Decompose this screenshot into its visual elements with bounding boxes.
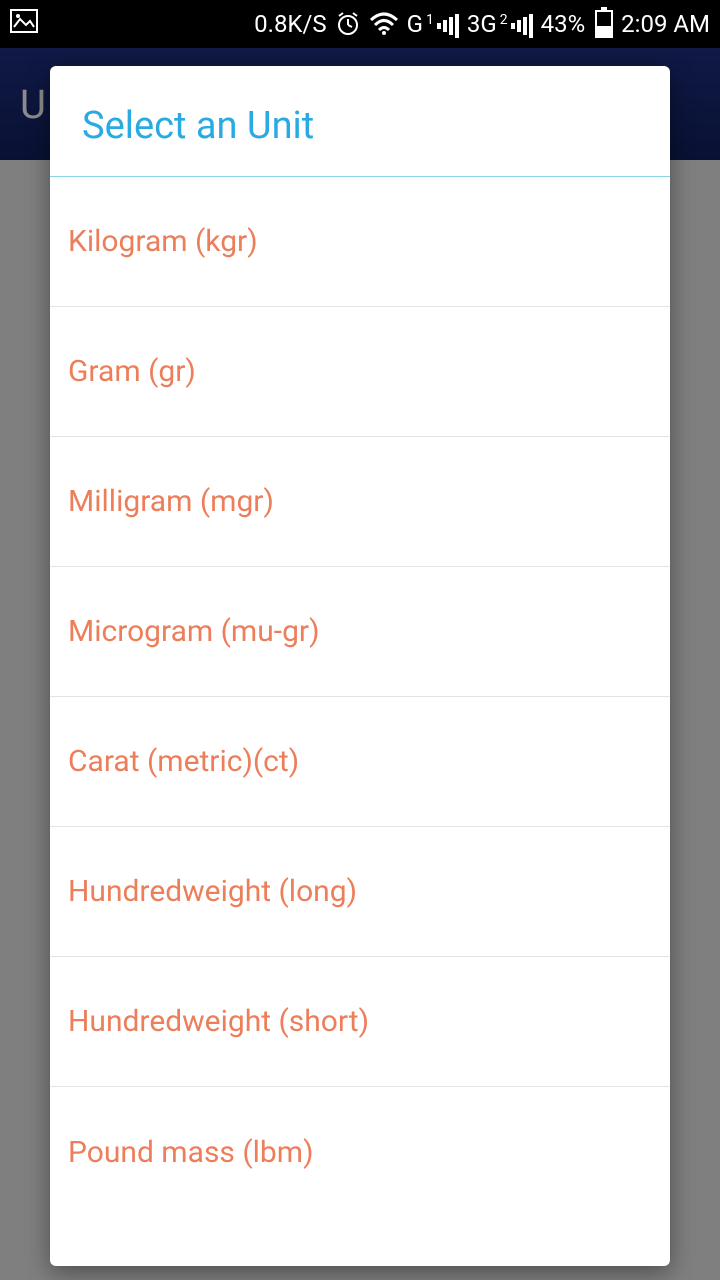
unit-label: Hundredweight (long) xyxy=(68,874,357,909)
unit-label: Milligram (mgr) xyxy=(68,484,274,519)
unit-option-pound-mass[interactable]: Pound mass (lbm) xyxy=(50,1087,670,1217)
signal2-group: 3G 2 xyxy=(467,10,533,38)
signal-bars-icon xyxy=(437,14,459,38)
wifi-icon xyxy=(369,12,399,36)
data-rate: 0.8K/S xyxy=(254,10,327,38)
battery-pct: 43% xyxy=(541,10,586,38)
unit-option-gram[interactable]: Gram (gr) xyxy=(50,307,670,437)
select-unit-dialog: Select an Unit Kilogram (kgr) Gram (gr) … xyxy=(50,66,670,1266)
signal1-group: G 1 xyxy=(407,10,459,38)
unit-label: Carat (metric)(ct) xyxy=(68,744,299,779)
signal1-sup: 1 xyxy=(426,12,434,28)
unit-option-milligram[interactable]: Milligram (mgr) xyxy=(50,437,670,567)
battery-icon xyxy=(595,10,613,38)
signal2-label: 3G xyxy=(467,10,497,38)
unit-label: Hundredweight (short) xyxy=(68,1004,369,1039)
status-right: 0.8K/S G 1 3G 2 43% 2:09 AM xyxy=(254,10,710,38)
unit-label: Microgram (mu-gr) xyxy=(68,614,320,649)
status-bar: 0.8K/S G 1 3G 2 43% 2:09 AM xyxy=(0,0,720,48)
dialog-title: Select an Unit xyxy=(50,66,670,177)
picture-icon xyxy=(10,9,38,40)
unit-label: Pound mass (lbm) xyxy=(68,1135,314,1170)
clock-time: 2:09 AM xyxy=(621,10,710,38)
unit-list: Kilogram (kgr) Gram (gr) Milligram (mgr)… xyxy=(50,177,670,1266)
signal1-label: G xyxy=(407,10,423,38)
unit-label: Kilogram (kgr) xyxy=(68,224,258,259)
unit-option-carat[interactable]: Carat (metric)(ct) xyxy=(50,697,670,827)
signal2-sup: 2 xyxy=(500,12,508,28)
unit-option-hundredweight-long[interactable]: Hundredweight (long) xyxy=(50,827,670,957)
status-left xyxy=(10,9,38,40)
unit-label: Gram (gr) xyxy=(68,354,196,389)
unit-option-microgram[interactable]: Microgram (mu-gr) xyxy=(50,567,670,697)
unit-option-kilogram[interactable]: Kilogram (kgr) xyxy=(50,177,670,307)
unit-option-hundredweight-short[interactable]: Hundredweight (short) xyxy=(50,957,670,1087)
alarm-icon xyxy=(335,11,361,37)
signal-bars-icon xyxy=(511,14,533,38)
